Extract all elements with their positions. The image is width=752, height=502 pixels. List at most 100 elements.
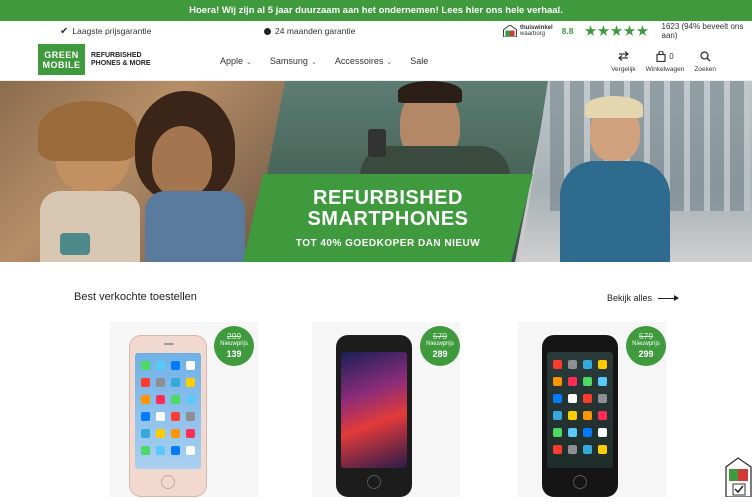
app-icon bbox=[568, 360, 577, 369]
nav-item-samsung[interactable]: Samsung⌄ bbox=[270, 56, 317, 66]
nav-label: Apple bbox=[220, 56, 243, 66]
app-icon bbox=[553, 445, 562, 454]
price-badge: 299 Nieuwprijs 139 bbox=[214, 326, 254, 366]
app-icon bbox=[186, 446, 195, 455]
app-icon bbox=[583, 394, 592, 403]
app-icon bbox=[598, 445, 607, 454]
app-icon bbox=[553, 411, 562, 420]
hero-photo-man-calling bbox=[520, 81, 752, 262]
thuiswinkel-widget[interactable] bbox=[725, 457, 752, 497]
app-icon bbox=[141, 395, 150, 404]
star-icon bbox=[624, 25, 636, 37]
app-icon bbox=[583, 411, 592, 420]
star-icon bbox=[611, 25, 623, 37]
search-label: Zoeken bbox=[694, 66, 716, 73]
search-icon bbox=[700, 50, 711, 62]
thuiswinkel-badge-icon bbox=[725, 457, 752, 497]
logo-tagline-line1: REFURBISHED bbox=[91, 52, 151, 60]
hero-green-banner[interactable]: REFURBISHED SMARTPHONES TOT 40% GOEDKOPE… bbox=[243, 174, 533, 262]
thuiswinkel-house-icon bbox=[503, 25, 517, 37]
section-title: Best verkochte toestellen bbox=[74, 291, 197, 303]
compare-button[interactable]: Vergelijk bbox=[611, 50, 636, 73]
app-icon bbox=[186, 429, 195, 438]
product-card[interactable]: 579 Nieuwprijs 299 bbox=[518, 322, 666, 497]
app-icon bbox=[156, 395, 165, 404]
star-icon bbox=[585, 25, 597, 37]
usp-warranty: 24 maanden garantie bbox=[264, 26, 355, 36]
app-icon bbox=[156, 361, 165, 370]
app-icon bbox=[553, 377, 562, 386]
app-icon bbox=[141, 378, 150, 387]
app-icon bbox=[141, 412, 150, 421]
app-icon bbox=[583, 360, 592, 369]
app-icon bbox=[553, 360, 562, 369]
hero-title-line2: SMARTPHONES bbox=[307, 209, 468, 230]
app-icon bbox=[171, 395, 180, 404]
review-summary[interactable]: thuiswinkel waarborg 8.8 1623 (94% bevee… bbox=[503, 22, 752, 40]
search-button[interactable]: Zoeken bbox=[694, 50, 716, 73]
hero-subtitle: TOT 40% GOEDKOPER DAN NIEUW bbox=[296, 238, 480, 249]
product-card[interactable]: 579 Nieuwprijs 289 bbox=[312, 322, 460, 497]
arrow-right-icon bbox=[658, 298, 678, 299]
app-icon bbox=[598, 377, 607, 386]
price: 139 bbox=[214, 349, 254, 359]
app-icon bbox=[156, 378, 165, 387]
app-icon bbox=[186, 378, 195, 387]
price-badge: 579 Nieuwprijs 299 bbox=[626, 326, 666, 366]
app-icon bbox=[553, 428, 562, 437]
cart-label: Winkelwagen bbox=[646, 66, 685, 73]
app-icon bbox=[598, 411, 607, 420]
app-icon bbox=[598, 394, 607, 403]
nav-item-apple[interactable]: Apple⌄ bbox=[220, 56, 252, 66]
nav-item-accessoires[interactable]: Accessoires⌄ bbox=[335, 56, 392, 66]
main-nav: Apple⌄ Samsung⌄ Accessoires⌄ Sale bbox=[220, 56, 428, 66]
usp-lowest-price-label: Laagste prijsgarantie bbox=[72, 26, 151, 36]
usp-lowest-price: ✔ Laagste prijsgarantie bbox=[60, 26, 151, 37]
logo-tagline: REFURBISHED PHONES & MORE bbox=[91, 52, 151, 68]
hero-title-line1: REFURBISHED bbox=[313, 188, 463, 209]
announcement-text[interactable]: Hoera! Wij zijn al 5 jaar duurzaam aan h… bbox=[189, 5, 563, 16]
usp-bar: ✔ Laagste prijsgarantie 24 maanden garan… bbox=[0, 21, 752, 41]
logo-line1: GREEN bbox=[44, 50, 79, 60]
old-price-label: Nieuwprijs bbox=[214, 341, 254, 347]
price: 289 bbox=[420, 349, 460, 359]
app-icon bbox=[141, 429, 150, 438]
announcement-bar[interactable]: Hoera! Wij zijn al 5 jaar duurzaam aan h… bbox=[0, 0, 752, 21]
cart-button[interactable]: 0 Winkelwagen bbox=[646, 50, 685, 73]
thuiswinkel-logo[interactable]: thuiswinkel waarborg bbox=[503, 25, 553, 37]
product-image-iphone-7[interactable] bbox=[542, 335, 618, 497]
rating-stars bbox=[585, 25, 649, 37]
app-icon bbox=[568, 394, 577, 403]
nav-label: Sale bbox=[410, 56, 428, 66]
app-icon bbox=[568, 445, 577, 454]
app-icon bbox=[598, 428, 607, 437]
hero-banner[interactable]: REFURBISHED SMARTPHONES TOT 40% GOEDKOPE… bbox=[0, 81, 752, 262]
nav-item-sale[interactable]: Sale bbox=[410, 56, 428, 66]
app-icon bbox=[171, 412, 180, 421]
app-icon bbox=[568, 428, 577, 437]
compare-arrows-icon bbox=[618, 50, 629, 62]
price-badge: 579 Nieuwprijs 289 bbox=[420, 326, 460, 366]
bag-icon bbox=[656, 51, 666, 62]
see-all-label: Bekijk alles bbox=[607, 293, 652, 303]
app-icon bbox=[186, 412, 195, 421]
product-image-iphone-6s[interactable] bbox=[129, 335, 207, 497]
product-image-iphone-8[interactable] bbox=[336, 335, 412, 497]
site-logo[interactable]: GREEN MOBILE REFURBISHED PHONES & MORE bbox=[38, 44, 151, 75]
bullet-icon bbox=[264, 28, 271, 35]
old-price-label: Nieuwprijs bbox=[626, 341, 666, 347]
app-icon bbox=[141, 361, 150, 370]
star-icon bbox=[637, 25, 649, 37]
see-all-link[interactable]: Bekijk alles bbox=[607, 293, 678, 303]
chevron-down-icon: ⌄ bbox=[246, 59, 252, 66]
chevron-down-icon: ⌄ bbox=[311, 59, 317, 66]
app-icon bbox=[583, 445, 592, 454]
old-price-label: Nieuwprijs bbox=[420, 341, 460, 347]
star-icon bbox=[598, 25, 610, 37]
app-icon bbox=[186, 361, 195, 370]
nav-label: Accessoires bbox=[335, 56, 384, 66]
product-card[interactable]: 299 Nieuwprijs 139 bbox=[110, 322, 258, 497]
review-count[interactable]: 1623 (94% beveelt ons aan) bbox=[662, 22, 752, 40]
review-score: 8.8 bbox=[562, 26, 574, 36]
cart-icon-wrap: 0 bbox=[656, 50, 673, 62]
